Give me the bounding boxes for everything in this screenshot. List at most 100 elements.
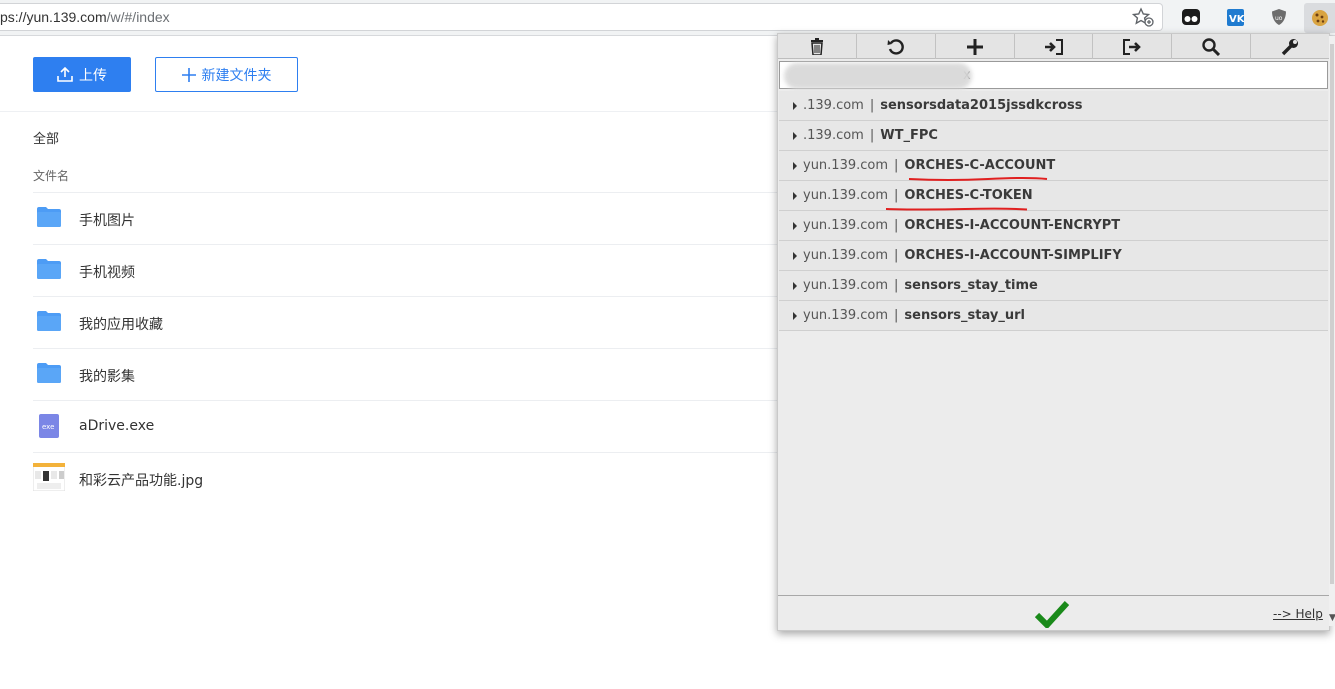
file-row[interactable]: 手机图片 <box>33 192 778 244</box>
cookie-row[interactable]: yun.139.com | sensors_stay_time <box>779 271 1328 301</box>
extension-ublock-icon[interactable]: uo <box>1266 5 1292 29</box>
bookmark-star-icon[interactable] <box>1132 7 1154 27</box>
file-name[interactable]: 手机视频 <box>79 262 135 282</box>
footer-divider <box>778 595 1329 596</box>
file-row[interactable]: 我的应用收藏 <box>33 296 778 348</box>
expand-caret-icon <box>793 161 797 170</box>
upload-button[interactable]: 上传 <box>33 57 131 92</box>
cookie-domain: yun.139.com <box>803 218 889 233</box>
extension-vk-icon[interactable]: VK <box>1222 5 1248 29</box>
scrollbar-thumb[interactable] <box>1330 44 1334 584</box>
cookie-row[interactable]: yun.139.com | ORCHES-C-TOKEN <box>779 181 1328 211</box>
import-icon <box>1044 38 1063 55</box>
file-row[interactable]: 我的影集 <box>33 348 778 400</box>
breadcrumb-all[interactable]: 全部 <box>33 128 59 147</box>
svg-text:uo: uo <box>1275 15 1283 22</box>
search-icon <box>1202 37 1221 56</box>
reset-button[interactable] <box>857 34 936 59</box>
search-button[interactable] <box>1172 34 1252 59</box>
upload-icon <box>57 67 73 82</box>
cookie-name: ORCHES-I-ACCOUNT-ENCRYPT <box>904 218 1121 233</box>
separator: | <box>894 308 899 323</box>
expand-caret-icon <box>793 191 797 200</box>
cookie-domain: yun.139.com <box>803 248 889 263</box>
export-button[interactable] <box>1093 34 1173 59</box>
separator: | <box>869 128 875 143</box>
exe-file-icon: exe <box>39 414 59 438</box>
file-name[interactable]: aDrive.exe <box>79 418 154 434</box>
exe-icon-label: exe <box>42 423 54 431</box>
cookie-row[interactable]: yun.139.com | ORCHES-C-ACCOUNT <box>779 151 1328 181</box>
svg-text:VK: VK <box>1229 14 1244 25</box>
url-text: ps://yun.139.com/w/#/index <box>0 9 170 25</box>
folder-icon <box>37 207 61 227</box>
expand-caret-icon <box>793 251 797 260</box>
cookie-editor-popup: .139.com | sensorsdata2015jssdkcross .13… <box>777 33 1330 631</box>
folder-icon <box>37 363 61 383</box>
expand-caret-icon <box>793 221 797 230</box>
folder-icon <box>37 311 61 331</box>
separator: | <box>894 158 899 173</box>
file-row[interactable]: 和彩云产品功能.jpg <box>33 452 778 504</box>
extension-tampermonkey-icon[interactable] <box>1178 5 1204 29</box>
add-cookie-button[interactable] <box>936 34 1015 59</box>
cookie-name: sensorsdata2015jssdkcross <box>880 98 1083 113</box>
cookie-row[interactable]: .139.com | sensorsdata2015jssdkcross <box>779 91 1328 121</box>
checkmark-icon <box>1035 600 1069 628</box>
delete-all-button[interactable] <box>778 34 857 59</box>
browser-toolbar: ps://yun.139.com/w/#/index VK uo <box>0 0 1335 36</box>
cookie-domain: yun.139.com <box>803 188 889 203</box>
plus-icon <box>181 67 196 82</box>
expand-caret-icon <box>793 101 797 110</box>
file-name[interactable]: 我的影集 <box>79 366 135 386</box>
wrench-icon <box>1281 38 1299 55</box>
trash-icon <box>810 38 823 55</box>
cookie-name: sensors_stay_url <box>904 308 1025 323</box>
cookie-name: ORCHES-C-ACCOUNT <box>904 158 1056 173</box>
cookie-name: WT_FPC <box>880 128 938 143</box>
cookie-domain: yun.139.com <box>803 308 889 323</box>
expand-caret-icon <box>793 281 797 290</box>
expand-caret-icon <box>793 131 797 140</box>
new-folder-button[interactable]: 新建文件夹 <box>155 57 298 92</box>
file-name[interactable]: 手机图片 <box>79 210 135 230</box>
url-path: /w/#/index <box>106 9 170 25</box>
file-row[interactable]: exe aDrive.exe <box>33 400 778 452</box>
cookie-name: ORCHES-C-TOKEN <box>904 188 1033 203</box>
cookie-domain: yun.139.com <box>803 278 889 293</box>
undo-icon <box>887 38 904 55</box>
extension-cookie-editor-icon[interactable] <box>1304 3 1335 33</box>
separator: | <box>894 218 899 233</box>
scroll-down-arrow-icon[interactable]: ▼ <box>1329 613 1335 623</box>
file-name[interactable]: 和彩云产品功能.jpg <box>79 470 203 490</box>
image-thumbnail-icon <box>33 463 65 491</box>
divider <box>0 111 780 112</box>
address-bar[interactable]: ps://yun.139.com/w/#/index <box>0 3 1163 31</box>
separator: | <box>894 188 899 203</box>
cookie-domain: .139.com <box>803 98 864 113</box>
cookie-domain: yun.139.com <box>803 158 889 173</box>
separator: | <box>869 98 875 113</box>
cookie-row[interactable]: yun.139.com | ORCHES-I-ACCOUNT-ENCRYPT <box>779 211 1328 241</box>
cookie-name: sensors_stay_time <box>904 278 1038 293</box>
file-name[interactable]: 我的应用收藏 <box>79 314 163 334</box>
expand-caret-icon <box>793 311 797 320</box>
separator: | <box>894 278 899 293</box>
cookie-row[interactable]: yun.139.com | ORCHES-I-ACCOUNT-SIMPLIFY <box>779 241 1328 271</box>
cookie-name: ORCHES-I-ACCOUNT-SIMPLIFY <box>904 248 1122 263</box>
upload-label: 上传 <box>79 67 107 84</box>
cookie-domain: .139.com <box>803 128 864 143</box>
url-host: ps://yun.139.com <box>0 9 107 25</box>
cookie-row[interactable]: yun.139.com | sensors_stay_url <box>779 301 1328 331</box>
column-header-filename[interactable]: 文件名 <box>33 167 69 184</box>
separator: | <box>894 248 899 263</box>
file-row[interactable]: 手机视频 <box>33 244 778 296</box>
export-icon <box>1123 38 1142 55</box>
options-button[interactable] <box>1251 34 1329 59</box>
redaction-blur <box>784 63 972 89</box>
import-button[interactable] <box>1015 34 1094 59</box>
plus-icon <box>966 38 983 55</box>
cookie-toolbar <box>778 34 1329 59</box>
help-link[interactable]: --> Help <box>1273 607 1323 621</box>
cookie-row[interactable]: .139.com | WT_FPC <box>779 121 1328 151</box>
